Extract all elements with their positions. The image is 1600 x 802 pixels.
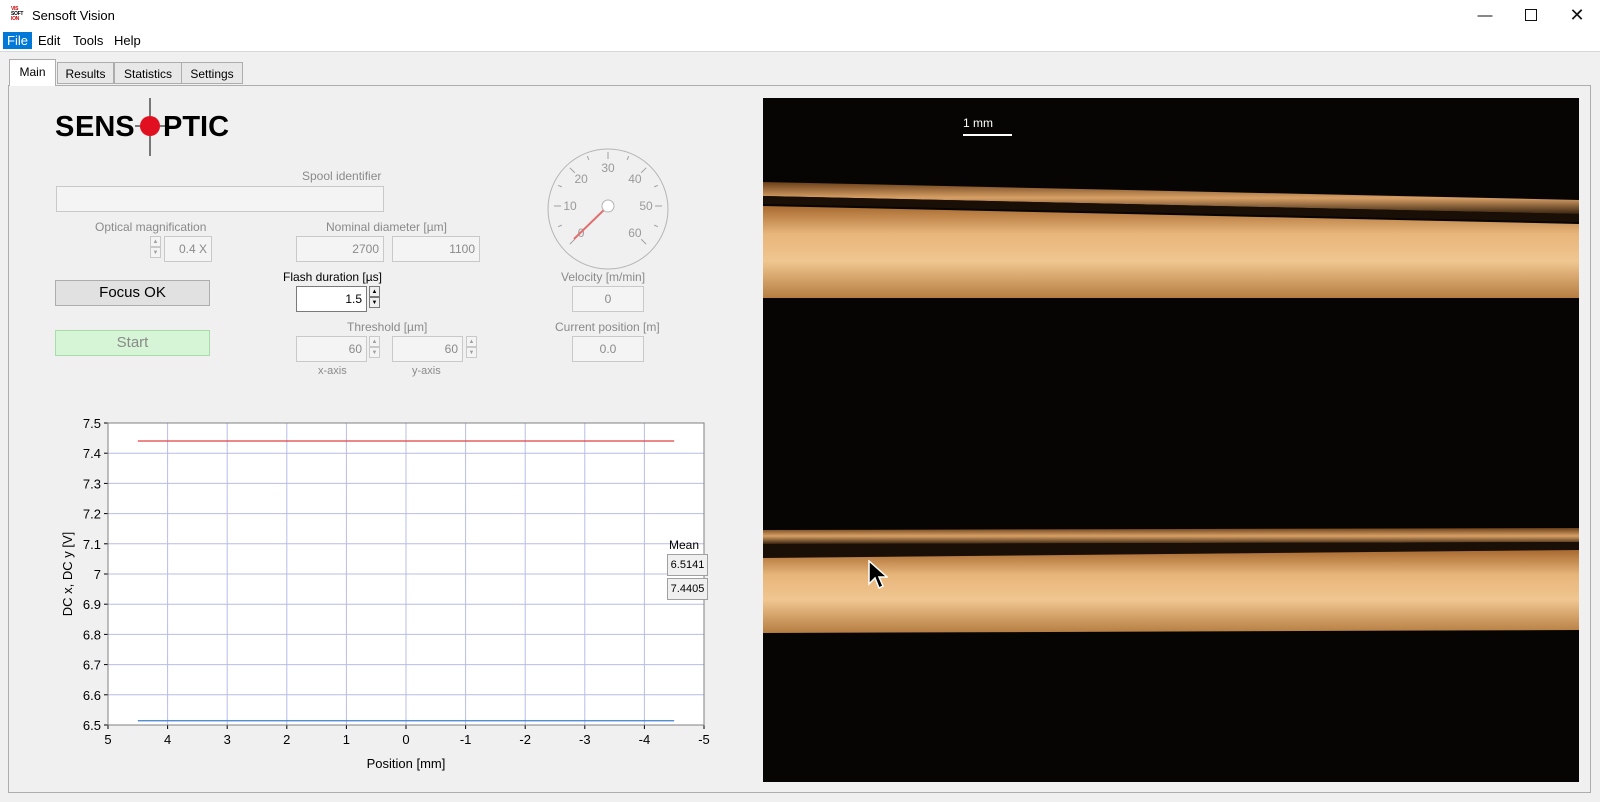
window-title: Sensoft Vision [32,8,115,23]
y-tick-label: 7.1 [83,537,101,552]
nominal-diameter-label: Nominal diameter [µm] [326,220,447,234]
velocity-label: Velocity [m/min] [561,270,646,284]
nominal-diameter-x-field[interactable]: 2700 [296,236,384,262]
scale-bar [963,134,1012,136]
velocity-gauge: 0102030405060 [547,148,669,270]
threshold-y-spinner[interactable]: ▲ ▼ [466,336,477,358]
spin-up-icon[interactable]: ▲ [369,336,380,347]
y-tick-label: 6.6 [83,688,101,703]
x-axis-label: Position [mm] [367,756,446,771]
spin-up-icon[interactable]: ▲ [369,286,380,297]
flash-duration-spinner[interactable]: ▲ ▼ [369,286,380,308]
x-tick-label: -5 [698,732,710,747]
flash-duration-input[interactable]: 1.5 [296,286,367,312]
mean-label: Mean [669,538,700,552]
x-tick-label: 1 [343,732,350,747]
title-bar [0,0,1600,30]
sensoptic-logo: S ENS PTIC [55,98,245,156]
menu-tools[interactable]: Tools [69,32,107,49]
current-position-field: 0.0 [572,336,644,362]
spin-up-icon[interactable]: ▲ [466,336,477,347]
gauge-tick-label: 10 [563,199,577,213]
y-tick-label: 7.3 [83,476,101,491]
spin-down-icon[interactable]: ▼ [150,247,161,258]
camera-image-graphic [763,182,1579,633]
maximize-icon [1525,9,1537,21]
tab-settings[interactable]: Settings [181,62,243,84]
x-tick-label: -2 [519,732,531,747]
app-icon: VIS SOFT ION [11,6,24,22]
scale-bar-label: 1 mm [963,116,993,130]
x-tick-label: 4 [164,732,171,747]
gauge-tick-label: 20 [574,172,588,186]
close-button[interactable]: ✕ [1554,0,1600,30]
tab-main[interactable]: Main [9,59,56,86]
gauge-tick-label: 50 [639,199,653,213]
svg-text:PTIC: PTIC [163,111,229,143]
x-tick-label: -3 [579,732,591,747]
spin-down-icon[interactable]: ▼ [369,347,380,358]
flash-duration-label: Flash duration [µs] [283,270,382,284]
y-tick-label: 7.5 [83,416,101,431]
spin-up-icon[interactable]: ▲ [150,236,161,247]
dc-position-chart: 5 4 3 2 1 0 -1 -2 -3 -4 -5 7.5 7.4 7.3 7.2 7.1 7 6.9 6.8 6.… [60,416,710,771]
magnification-spinner[interactable]: ▲ ▼ [150,236,161,258]
gauge-tick-label: 30 [601,161,615,175]
minimize-icon: — [1477,6,1493,24]
threshold-label: Threshold [µm] [347,320,428,334]
maximize-button[interactable] [1508,0,1554,30]
x-tick-label: -1 [460,732,472,747]
velocity-field: 0 [572,286,644,312]
start-button[interactable]: Start [55,330,210,356]
spool-identifier-input[interactable] [56,186,384,212]
menu-help[interactable]: Help [110,32,145,49]
threshold-x-caption: x-axis [318,365,347,377]
camera-image[interactable] [763,98,1579,782]
threshold-y-caption: y-axis [412,365,441,377]
close-icon: ✕ [1569,4,1585,25]
minimize-button[interactable]: — [1462,0,1508,30]
x-tick-label: 0 [402,732,409,747]
y-axis-label: DC x, DC y [V] [60,532,75,617]
y-tick-label: 6.5 [83,718,101,733]
mean-x-value: 6.5141 [667,554,708,576]
menu-bar: File Edit Tools Help [0,30,1600,52]
gauge-tick-label: 60 [628,226,642,240]
menu-edit[interactable]: Edit [34,32,64,49]
menu-file[interactable]: File [3,32,32,49]
spin-down-icon[interactable]: ▼ [466,347,477,358]
y-tick-label: 7.2 [83,507,101,522]
nominal-diameter-y-field[interactable]: 1100 [392,236,480,262]
y-tick-label: 7.4 [83,446,101,461]
threshold-x-field[interactable]: 60 [296,336,367,362]
focus-ok-button[interactable]: Focus OK [55,280,210,306]
tab-results[interactable]: Results [57,62,114,84]
x-tick-label: -4 [639,732,651,747]
y-tick-label: 7 [94,567,101,582]
threshold-x-spinner[interactable]: ▲ ▼ [369,336,380,358]
y-tick-label: 6.7 [83,658,101,673]
mouse-cursor-icon [868,560,888,590]
x-tick-label: 2 [283,732,290,747]
y-tick-label: 6.9 [83,597,101,612]
current-position-label: Current position [m] [555,320,660,334]
optical-magnification-label: Optical magnification [95,220,207,234]
mean-y-value: 7.4405 [667,578,708,600]
svg-text:ENS: ENS [75,111,135,143]
magnification-field[interactable]: 0.4 X [164,236,212,262]
x-tick-label: 3 [224,732,231,747]
tab-statistics[interactable]: Statistics [114,62,182,84]
logo-graphic: S ENS PTIC [55,98,229,156]
gauge-tick-label: 40 [628,172,642,186]
spool-identifier-label: Spool identifier [302,169,382,183]
y-tick-label: 6.8 [83,627,101,642]
gauge-hub [601,199,615,213]
spin-down-icon[interactable]: ▼ [369,297,380,308]
x-tick-label: 5 [104,732,111,747]
threshold-y-field[interactable]: 60 [392,336,463,362]
svg-text:S: S [55,111,74,143]
